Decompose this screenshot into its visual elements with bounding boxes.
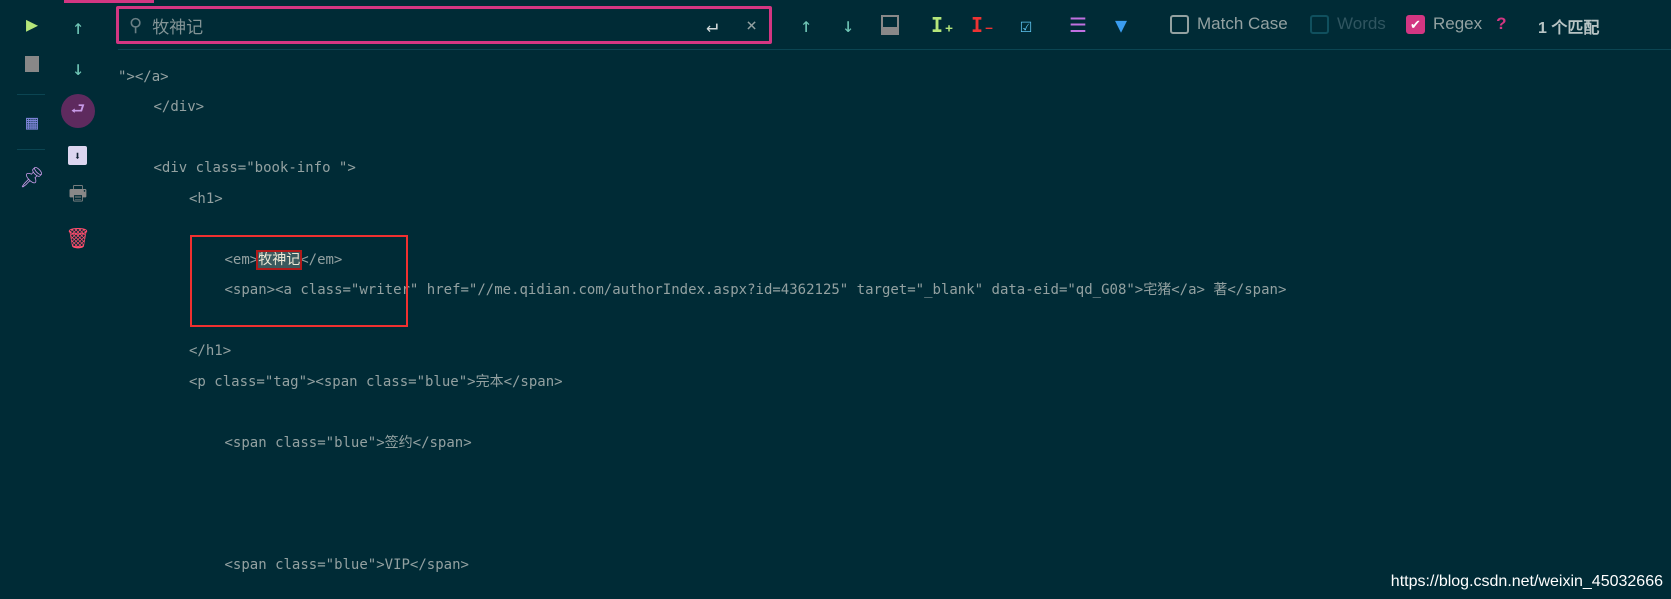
match-count: 1 个匹配	[1538, 20, 1600, 37]
layout-icon[interactable]: ▦	[17, 107, 47, 137]
annotation-box	[190, 235, 408, 327]
code-line: <div class="book-info ">	[153, 160, 356, 176]
clear-icon[interactable]: ×	[746, 15, 757, 36]
watermark: https://blog.csdn.net/weixin_45032666	[1390, 573, 1663, 590]
search-icon: ⚲	[129, 14, 143, 36]
pin-icon[interactable]: 📌︎	[17, 162, 47, 192]
select-region-icon[interactable]	[877, 10, 903, 40]
arrow-up-icon[interactable]: ↑	[63, 12, 93, 42]
play-icon[interactable]: ▶	[17, 9, 47, 39]
wrap-icon[interactable]: ⮐	[61, 94, 95, 128]
add-cursor-icon[interactable]: I₊	[930, 10, 956, 40]
search-box: ⚲ ↵ ×	[116, 6, 772, 44]
code-line: <h1>	[189, 191, 223, 207]
regex-label: Regex	[1433, 14, 1483, 33]
match-case-label: Match Case	[1197, 14, 1288, 33]
enter-icon[interactable]: ↵	[706, 13, 718, 37]
search-input[interactable]	[152, 15, 707, 35]
download-icon[interactable]: ⬇	[68, 146, 87, 165]
prev-match-icon[interactable]: ↑	[793, 10, 819, 40]
print-icon[interactable]: 🖶	[63, 181, 93, 211]
filter-lines-icon[interactable]: ☰	[1065, 10, 1091, 40]
trash-icon[interactable]: 🗑︎	[63, 223, 93, 253]
words-label: Words	[1337, 14, 1386, 33]
stop-icon[interactable]	[17, 49, 47, 79]
code-line: </div>	[153, 99, 205, 115]
next-match-icon[interactable]: ↓	[835, 10, 861, 40]
match-case-checkbox[interactable]: Match Case	[1170, 14, 1288, 34]
filter-icon[interactable]: ▼	[1108, 10, 1134, 40]
arrow-down-icon[interactable]: ↓	[63, 53, 93, 83]
select-all-icon[interactable]: ☑	[1013, 10, 1039, 40]
regex-checkbox[interactable]: ✔ Regex?	[1406, 14, 1507, 34]
code-line: <span class="blue">VIP</span>	[224, 557, 469, 573]
code-line: </h1>	[189, 343, 232, 359]
code-line: <p class="tag"><span class="blue">完本</sp…	[189, 374, 563, 390]
regex-help-icon[interactable]: ?	[1496, 14, 1506, 34]
code-line: <span class="blue">签约</span>	[224, 435, 472, 451]
active-tab-indicator	[64, 0, 154, 3]
code-line: "></a>	[118, 69, 169, 85]
left-toolbar: ▶ ▦ 📌︎ ↑ ↓ ⮐ ⬇ 🖶 🗑︎	[0, 0, 95, 599]
remove-cursor-icon[interactable]: I₋	[970, 10, 996, 40]
words-checkbox[interactable]: Words	[1310, 14, 1386, 34]
